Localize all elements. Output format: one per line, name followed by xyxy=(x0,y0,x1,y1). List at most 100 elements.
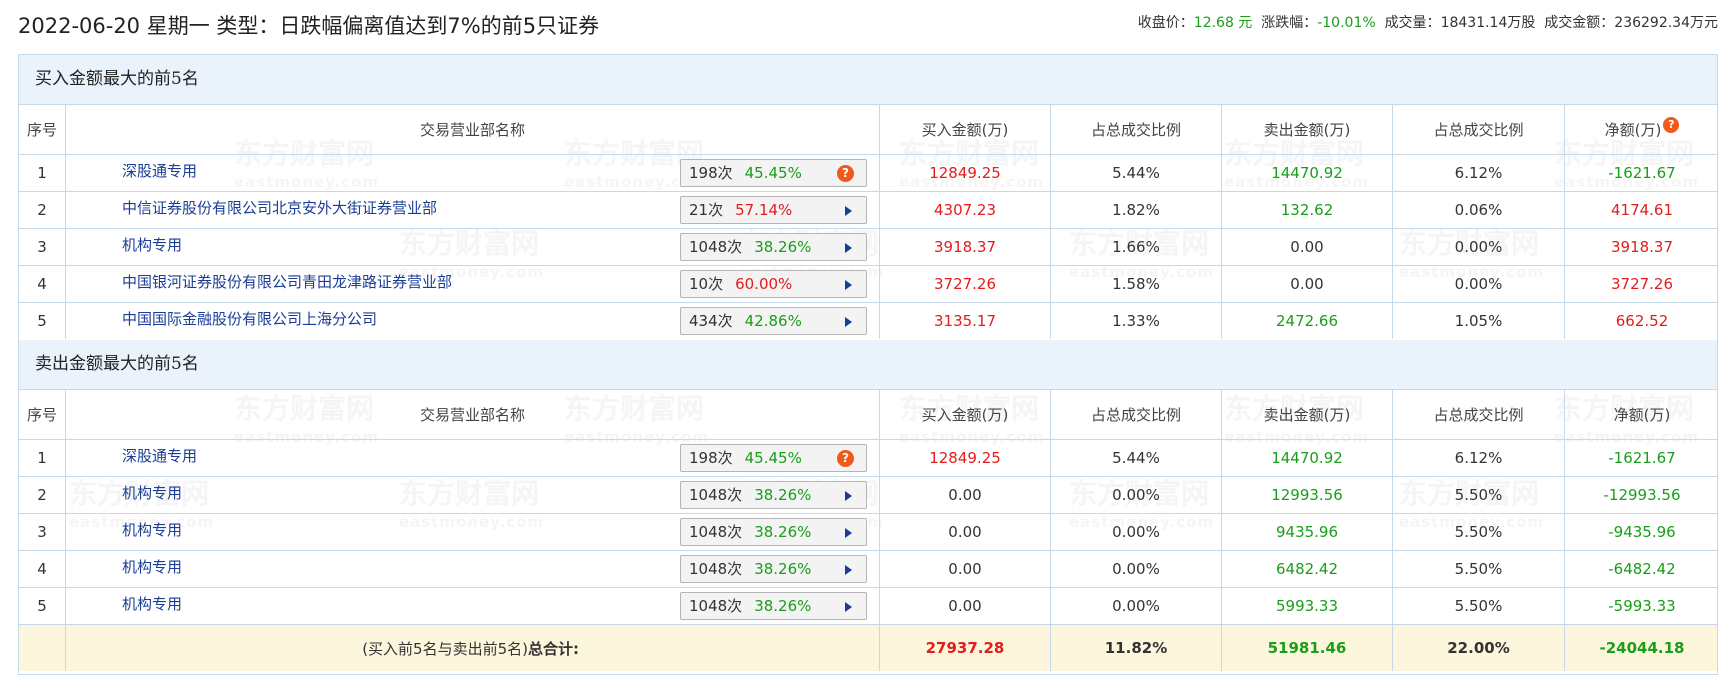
broker-stats-dropdown[interactable]: 198次 45.45%? xyxy=(680,159,867,187)
broker-stats-dropdown[interactable]: 21次 57.14% xyxy=(680,196,867,224)
buy-amount: 3727.26 xyxy=(879,266,1050,302)
broker-win-rate: 38.26% xyxy=(754,597,812,615)
buy-amount: 0.00 xyxy=(879,551,1050,587)
broker-stats-dropdown[interactable]: 198次 45.45%? xyxy=(680,444,867,472)
buy-ratio: 1.33% xyxy=(1050,303,1221,339)
question-icon[interactable]: ? xyxy=(1663,116,1680,133)
sell-amount: 0.00 xyxy=(1221,266,1392,302)
broker-name-link[interactable]: 中信证券股份有限公司北京安外大街证券营业部 xyxy=(122,197,437,218)
broker-count: 10次 xyxy=(689,275,724,293)
change-value: -10.01% xyxy=(1317,15,1376,31)
sell-section-title: 卖出金额最大的前5名 xyxy=(19,340,1717,389)
total-sell-amount: 51981.46 xyxy=(1221,625,1392,671)
net-amount: 662.52 xyxy=(1564,303,1717,339)
net-amount: -9435.96 xyxy=(1564,514,1717,550)
broker-cell: 深股通专用 198次 45.45%? xyxy=(65,440,879,476)
buy-ratio: 1.66% xyxy=(1050,229,1221,265)
broker-name-link[interactable]: 机构专用 xyxy=(122,556,182,577)
net-amount: 4174.61 xyxy=(1564,192,1717,228)
broker-win-rate: 38.26% xyxy=(754,523,812,541)
broker-win-rate: 38.26% xyxy=(754,560,812,578)
broker-name-link[interactable]: 机构专用 xyxy=(122,482,182,503)
broker-stats-dropdown[interactable]: 1048次 38.26% xyxy=(680,233,867,261)
arrow-right-icon[interactable] xyxy=(845,528,852,538)
sell-table-row: 2 机构专用 1048次 38.26% 0.00 0.00% 12993.56 5.50% -1… xyxy=(19,476,1717,513)
broker-name-link[interactable]: 深股通专用 xyxy=(122,160,197,181)
broker-count: 198次 xyxy=(689,449,733,467)
broker-win-rate: 57.14% xyxy=(735,201,793,219)
broker-name-link[interactable]: 机构专用 xyxy=(122,593,182,614)
broker-cell: 机构专用 1048次 38.26% xyxy=(65,551,879,587)
row-index: 2 xyxy=(37,486,47,504)
row-index: 5 xyxy=(37,312,47,330)
net-amount: 3727.26 xyxy=(1564,266,1717,302)
sell-header-row: 序号 交易营业部名称 买入金额(万) 占总成交比例 卖出金额(万) 占总成交比例 净额(万) xyxy=(19,389,1717,439)
arrow-right-icon[interactable] xyxy=(845,206,852,216)
broker-name-link[interactable]: 机构专用 xyxy=(122,519,182,540)
header-col-sell-ratio: 占总成交比例 xyxy=(1392,390,1564,439)
total-sell-ratio: 22.00% xyxy=(1392,625,1564,671)
net-amount: -6482.42 xyxy=(1564,551,1717,587)
header-net-label: 净额(万) xyxy=(1604,121,1662,139)
arrow-right-icon[interactable] xyxy=(845,491,852,501)
broker-count: 198次 xyxy=(689,164,733,182)
broker-name-link[interactable]: 机构专用 xyxy=(122,234,182,255)
net-amount: -5993.33 xyxy=(1564,588,1717,624)
header-col-broker: 交易营业部名称 xyxy=(65,390,879,439)
buy-table-row: 5 中国国际金融股份有限公司上海分公司 434次 42.86% 3135.17 1.33%… xyxy=(19,302,1717,339)
arrow-right-icon[interactable] xyxy=(845,602,852,612)
row-index: 2 xyxy=(37,201,47,219)
total-net-amount: -24044.18 xyxy=(1564,625,1717,671)
broker-stats-dropdown[interactable]: 10次 60.00% xyxy=(680,270,867,298)
arrow-right-icon[interactable] xyxy=(845,565,852,575)
row-index: 1 xyxy=(37,449,47,467)
buy-header-row: 序号 交易营业部名称 买入金额(万) 占总成交比例 卖出金额(万) 占总成交比例 净额(万)… xyxy=(19,104,1717,154)
broker-stats-dropdown[interactable]: 434次 42.86% xyxy=(680,307,867,335)
header-col-index: 序号 xyxy=(26,406,57,424)
question-icon[interactable]: ? xyxy=(837,450,854,467)
sell-ratio: 0.00% xyxy=(1392,266,1564,302)
header-col-buy-ratio: 占总成交比例 xyxy=(1050,390,1221,439)
sell-ratio: 5.50% xyxy=(1392,514,1564,550)
broker-stats-dropdown[interactable]: 1048次 38.26% xyxy=(680,592,867,620)
sell-amount: 14470.92 xyxy=(1221,155,1392,191)
buy-ratio: 5.44% xyxy=(1050,440,1221,476)
sell-amount: 14470.92 xyxy=(1221,440,1392,476)
broker-count: 1048次 xyxy=(689,597,743,615)
broker-name-link[interactable]: 中国国际金融股份有限公司上海分公司 xyxy=(122,308,377,329)
broker-stats-dropdown[interactable]: 1048次 38.26% xyxy=(680,555,867,583)
broker-cell: 中国银河证券股份有限公司青田龙津路证券营业部 10次 60.00% xyxy=(65,266,879,302)
header-col-sell-amount: 卖出金额(万) xyxy=(1221,390,1392,439)
row-index: 1 xyxy=(37,164,47,182)
broker-name-link[interactable]: 深股通专用 xyxy=(122,445,197,466)
question-icon[interactable]: ? xyxy=(837,165,854,182)
broker-win-rate: 60.00% xyxy=(735,275,793,293)
volume-label: 成交量： xyxy=(1384,15,1441,31)
broker-win-rate: 42.86% xyxy=(744,312,802,330)
buy-amount: 12849.25 xyxy=(879,155,1050,191)
arrow-right-icon[interactable] xyxy=(845,317,852,327)
net-amount: -12993.56 xyxy=(1564,477,1717,513)
volume-value: 18431.14万股 xyxy=(1440,15,1536,31)
broker-cell: 机构专用 1048次 38.26% xyxy=(65,477,879,513)
sell-amount: 12993.56 xyxy=(1221,477,1392,513)
buy-ratio: 0.00% xyxy=(1050,588,1221,624)
quote-summary: 收盘价：12.68 元 涨跌幅：-10.01% 成交量：18431.14万股 成… xyxy=(1138,12,1718,32)
buy-table-row: 4 中国银河证券股份有限公司青田龙津路证券营业部 10次 60.00% 3727.26 1… xyxy=(19,265,1717,302)
broker-stats-dropdown[interactable]: 1048次 38.26% xyxy=(680,481,867,509)
buy-amount: 4307.23 xyxy=(879,192,1050,228)
buy-ratio: 0.00% xyxy=(1050,477,1221,513)
total-label-strong: 总合计: xyxy=(528,639,579,658)
broker-win-rate: 45.45% xyxy=(744,164,802,182)
sell-table-row: 5 机构专用 1048次 38.26% 0.00 0.00% 5993.33 5.50% -59… xyxy=(19,587,1717,624)
broker-stats-dropdown[interactable]: 1048次 38.26% xyxy=(680,518,867,546)
sell-table-row: 4 机构专用 1048次 38.26% 0.00 0.00% 6482.42 5.50% -64… xyxy=(19,550,1717,587)
sell-ratio: 1.05% xyxy=(1392,303,1564,339)
sell-amount: 0.00 xyxy=(1221,229,1392,265)
arrow-right-icon[interactable] xyxy=(845,280,852,290)
close-price-value: 12.68 元 xyxy=(1193,15,1253,31)
arrow-right-icon[interactable] xyxy=(845,243,852,253)
total-buy-amount: 27937.28 xyxy=(879,625,1050,671)
broker-name-link[interactable]: 中国银河证券股份有限公司青田龙津路证券营业部 xyxy=(122,271,452,292)
header-col-net: 净额(万)? xyxy=(1564,105,1717,154)
